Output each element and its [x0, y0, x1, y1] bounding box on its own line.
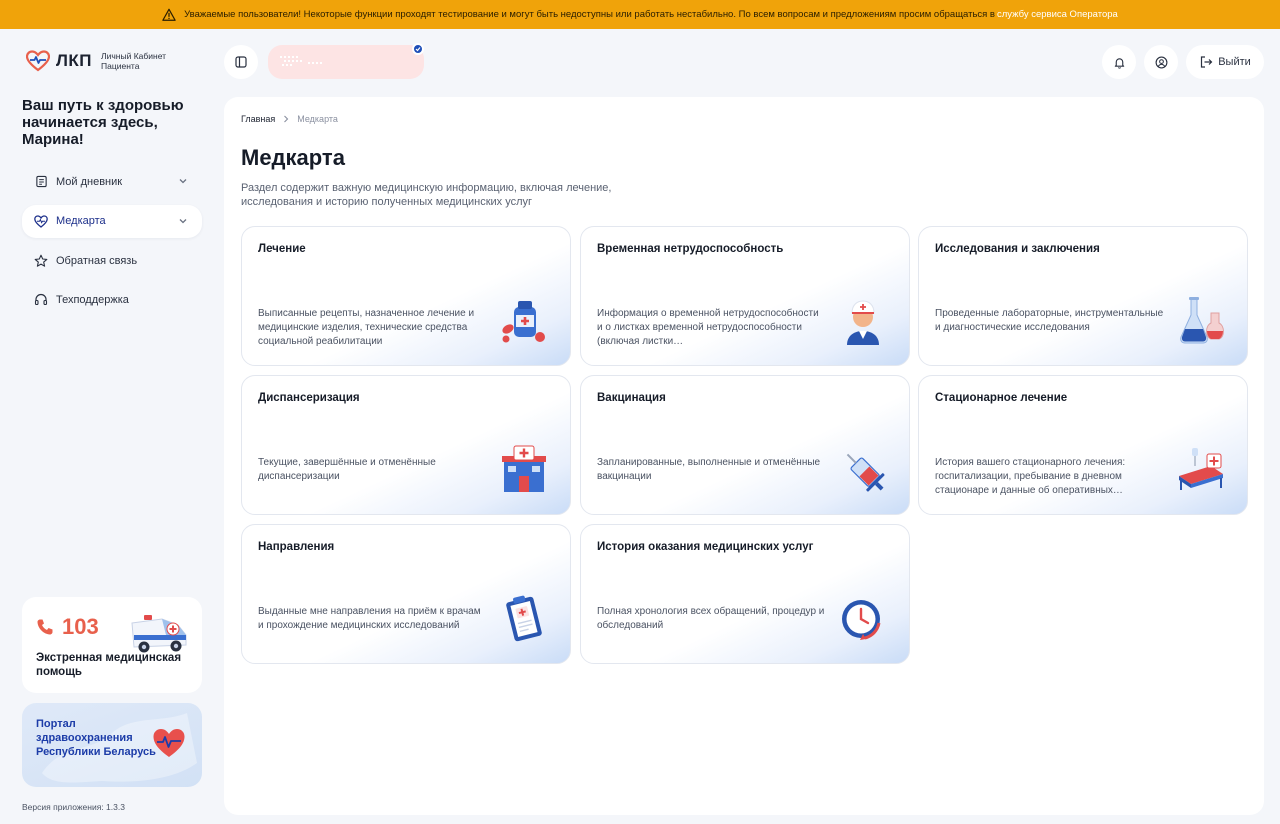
sidebar-item-label: Мой дневник — [56, 175, 123, 188]
chevron-right-icon — [284, 115, 289, 123]
emergency-number-text: 103 — [62, 614, 99, 639]
doctor-icon — [847, 300, 879, 345]
emergency-card[interactable]: 103 Экстренная медицинская помощь — [22, 597, 202, 693]
syringe-icon — [846, 453, 885, 492]
heart-pulse-icon — [153, 729, 185, 757]
redacted-name-icon — [280, 56, 322, 66]
diary-icon — [34, 175, 48, 189]
card-title: Диспансеризация — [258, 392, 360, 404]
sidebar-item-medcard[interactable]: Медкарта — [22, 204, 202, 238]
flasks-icon — [1180, 297, 1224, 344]
sidebar-item-label: Обратная связь — [56, 254, 138, 267]
logout-button[interactable]: Выйти — [1186, 45, 1264, 79]
warning-icon — [162, 8, 176, 21]
sidebar-panel-icon — [235, 56, 247, 68]
sidebar-item-feedback[interactable]: Обратная связь — [22, 244, 202, 277]
profile-selector[interactable] — [268, 45, 424, 79]
card-description: Информация о временной нетрудоспособност… — [597, 308, 819, 347]
header: Выйти — [224, 29, 1280, 93]
clipboard-icon — [506, 595, 542, 642]
hospital-icon — [502, 445, 546, 492]
logout-icon — [1201, 56, 1213, 68]
card-description: Запланированные, выполненные и отменённы… — [597, 457, 821, 482]
verified-badge-icon — [412, 43, 424, 55]
bell-icon — [1114, 57, 1124, 69]
logo[interactable]: ЛКП Личный Кабинет Пациента — [26, 50, 181, 72]
phone-icon — [37, 619, 53, 635]
emergency-label: Экстренная медицинская помощь — [36, 652, 182, 678]
page-title: Медкарта — [241, 145, 345, 170]
main-content: Главная Медкарта Медкарта Раздел содержи… — [224, 97, 1264, 815]
card-description: Проведенные лабораторные, инструментальн… — [935, 308, 1164, 333]
card-title: История оказания медицинских услуг — [597, 541, 814, 553]
logo-subtitle: Личный Кабинет Пациента — [101, 51, 167, 71]
card-title: Направления — [258, 541, 335, 553]
emergency-number: 103 — [36, 614, 99, 640]
user-circle-icon — [1155, 56, 1167, 68]
card-dispensary[interactable]: Диспансеризация Текущие, завершённые и о… — [241, 375, 571, 515]
card-inpatient[interactable]: Стационарное лечение История вашего стац… — [918, 375, 1248, 515]
sidebar-toggle-button[interactable] — [224, 45, 258, 79]
breadcrumb: Главная Медкарта — [241, 114, 338, 124]
logo-text: ЛКП — [56, 51, 93, 70]
card-description: История вашего стационарного лечения: го… — [935, 457, 1126, 496]
sidebar-item-diary[interactable]: Мой дневник — [22, 165, 202, 198]
portal-label: Портал здравоохранения Республики Белару… — [36, 718, 156, 758]
logout-label: Выйти — [1218, 56, 1251, 68]
headset-icon — [34, 293, 48, 307]
card-vaccination[interactable]: Вакцинация Запланированные, выполненные … — [580, 375, 910, 515]
sidebar-nav: Мой дневник Медкарта Обратная связь Техп… — [22, 165, 202, 323]
card-title: Стационарное лечение — [935, 392, 1068, 404]
card-description: Полная хронология всех обращений, процед… — [597, 606, 825, 631]
chevron-down-icon — [179, 179, 187, 184]
page-description: Раздел содержит важную медицинскую инфор… — [241, 182, 612, 208]
star-icon — [34, 254, 48, 268]
card-referrals[interactable]: Направления Выданные мне направления на … — [241, 524, 571, 664]
history-clock-icon — [842, 600, 881, 640]
profile-button[interactable] — [1144, 45, 1178, 79]
card-title: Исследования и заключения — [935, 243, 1100, 255]
card-temporary-disability[interactable]: Временная нетрудоспособность Информация … — [580, 226, 910, 366]
notifications-button[interactable] — [1102, 45, 1136, 79]
card-title: Вакцинация — [597, 392, 666, 404]
health-portal-card[interactable]: Портал здравоохранения Республики Белару… — [22, 703, 202, 787]
sidebar-item-label: Техподдержка — [56, 294, 129, 307]
sidebar-item-support[interactable]: Техподдержка — [22, 284, 202, 317]
card-title: Лечение — [258, 243, 306, 255]
logo-heart-icon — [26, 50, 50, 72]
breadcrumb-current: Медкарта — [297, 114, 338, 124]
card-title: Временная нетрудоспособность — [597, 243, 784, 255]
card-description: Выданные мне направления на приём к врач… — [258, 606, 481, 631]
notice-banner: Уважаемые пользователи! Некоторые функци… — [0, 0, 1280, 29]
card-treatment[interactable]: Лечение Выписанные рецепты, назначенное … — [241, 226, 571, 366]
breadcrumb-home[interactable]: Главная — [241, 114, 275, 124]
card-service-history[interactable]: История оказания медицинских услуг Полна… — [580, 524, 910, 664]
medicine-icon — [502, 301, 545, 343]
sidebar: ЛКП Личный Кабинет Пациента Ваш путь к з… — [0, 29, 212, 824]
operator-support-link[interactable]: службу сервиса Оператора — [997, 9, 1118, 20]
app-version: Версия приложения: 1.3.3 — [22, 802, 125, 812]
banner-text: Уважаемые пользователи! Некоторые функци… — [184, 9, 995, 20]
ambulance-icon — [131, 615, 187, 653]
card-research[interactable]: Исследования и заключения Проведенные ла… — [918, 226, 1248, 366]
card-description: Выписанные рецепты, назначенное лечение … — [258, 308, 475, 347]
chevron-down-icon — [179, 218, 187, 224]
greeting: Ваш путь к здоровью начинается здесь, Ма… — [22, 97, 184, 148]
hospital-bed-icon — [1179, 448, 1223, 490]
heart-icon — [34, 214, 48, 228]
sidebar-item-label: Медкарта — [56, 215, 106, 228]
card-description: Текущие, завершённые и отменённые диспан… — [258, 457, 436, 482]
